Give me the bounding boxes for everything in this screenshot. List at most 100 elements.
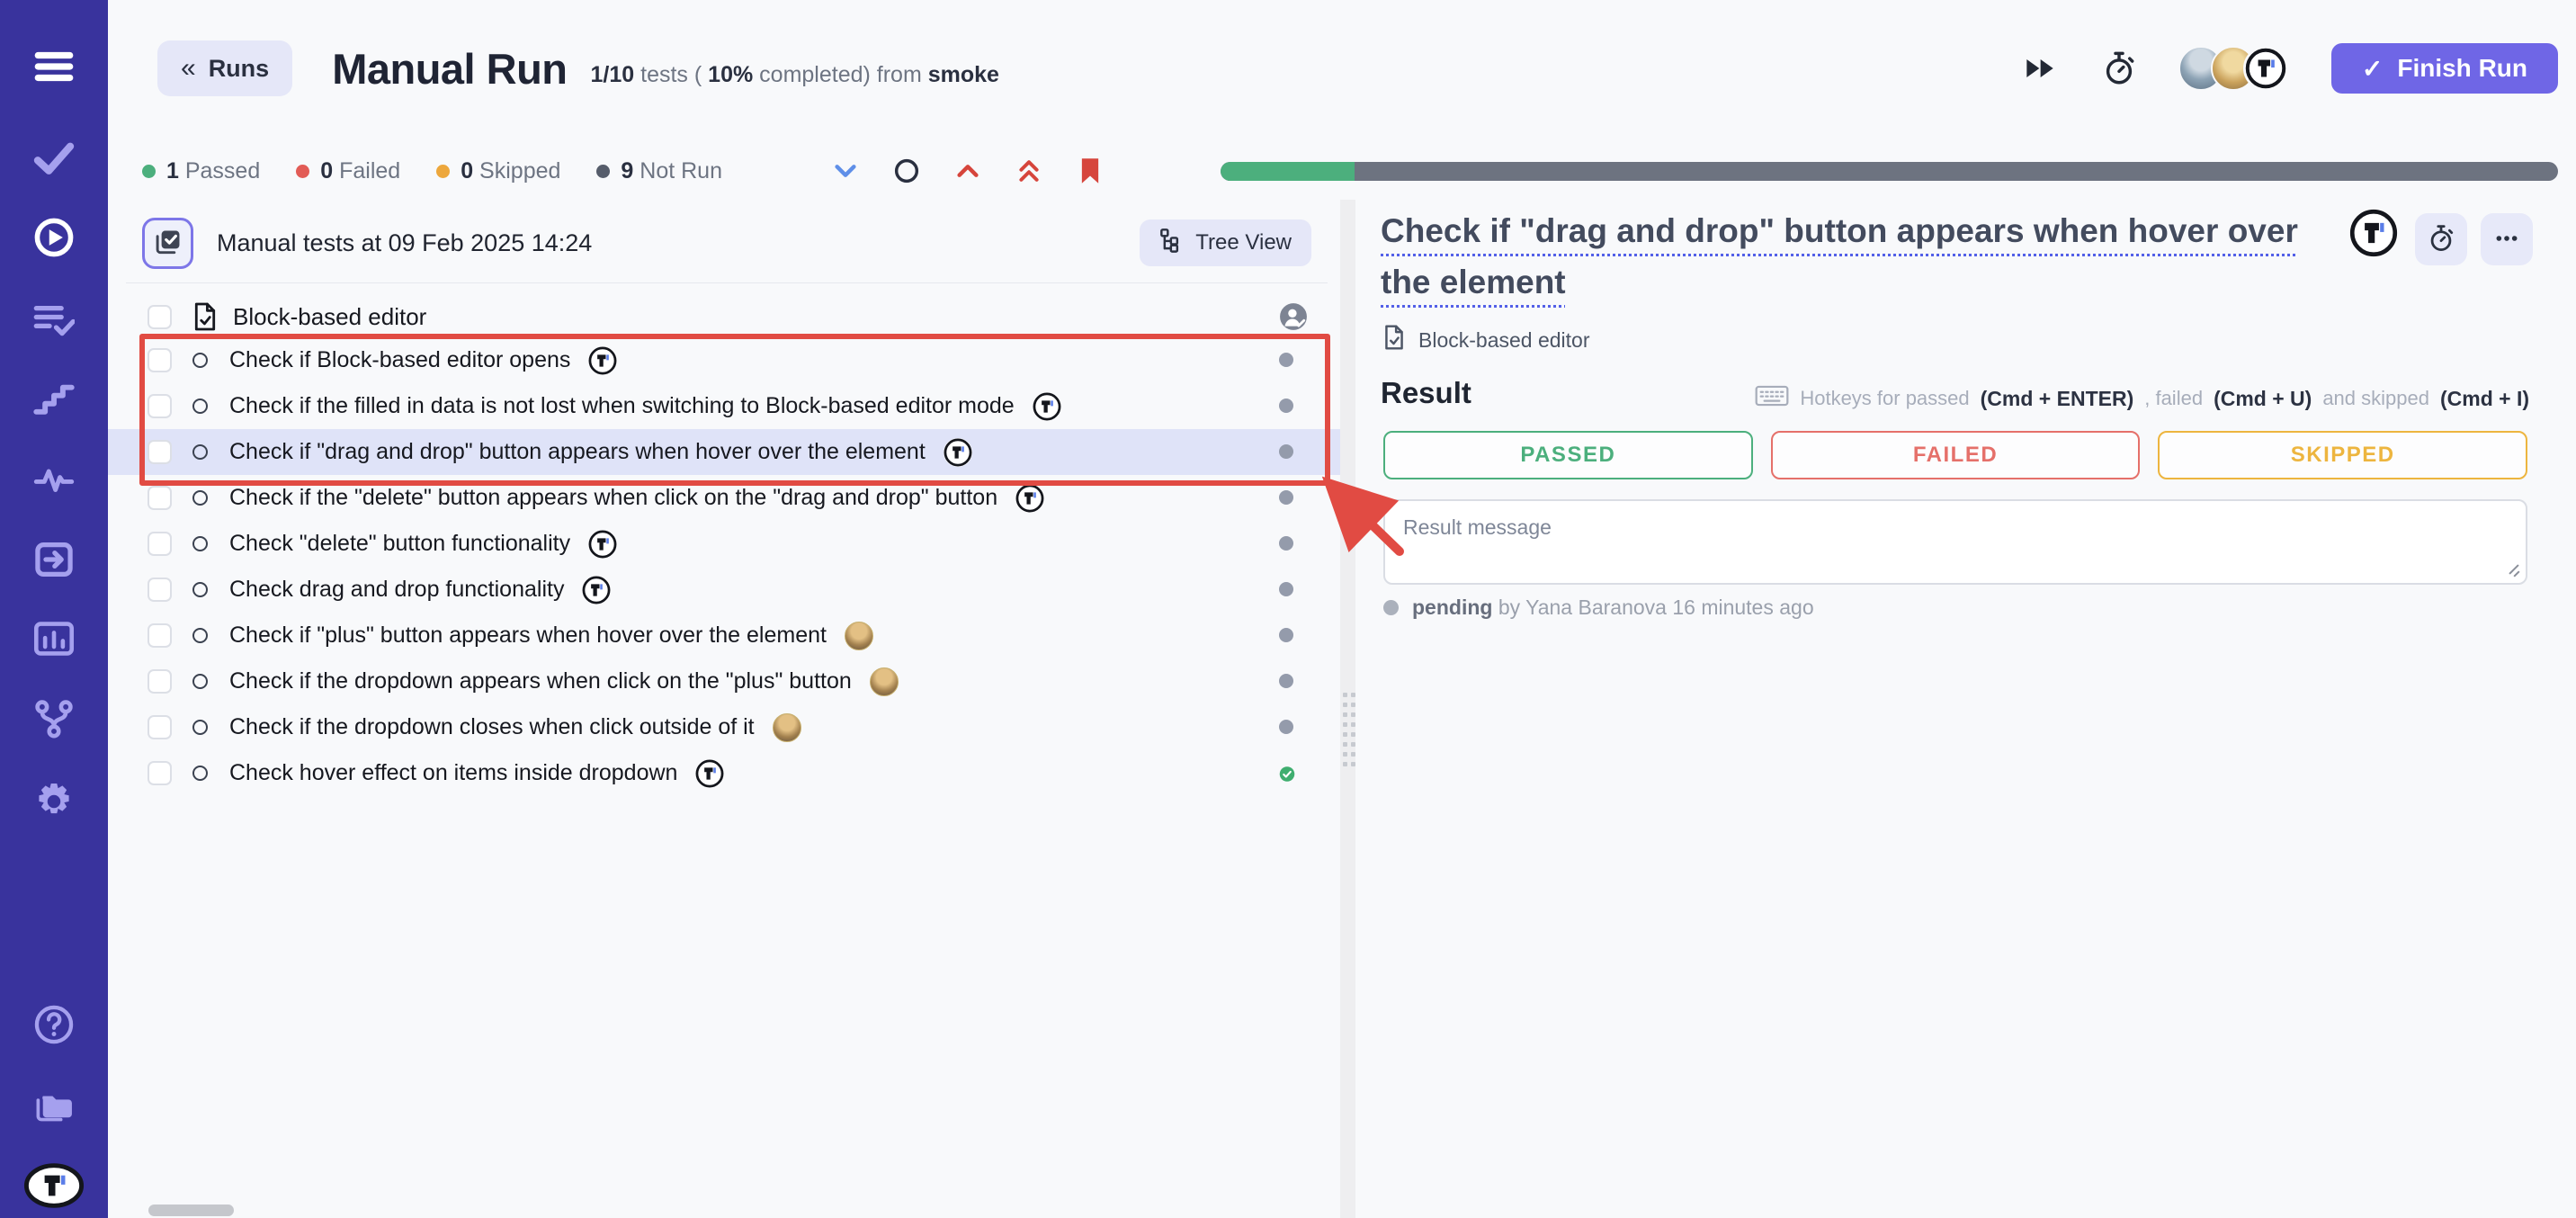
legend-failed: 0 Failed	[296, 158, 400, 184]
header-actions: ✓ Finish Run	[2020, 43, 2558, 94]
test-list: Check if Block-based editor opens Check …	[108, 337, 1340, 796]
test-checkbox[interactable]	[148, 486, 172, 510]
sidebar-item-list-check[interactable]	[0, 293, 108, 345]
test-assignee-avatar	[773, 713, 801, 742]
tree-view-label: Tree View	[1195, 230, 1292, 255]
test-checkbox[interactable]	[148, 440, 172, 464]
test-row[interactable]: Check hover effect on items inside dropd…	[108, 750, 1340, 796]
select-all-icon	[153, 227, 183, 260]
test-author-avatar[interactable]	[2349, 209, 2398, 257]
chevron-left-icon: «	[181, 53, 196, 84]
test-detail-title[interactable]: Check if "drag and drop" button appears …	[1381, 205, 2343, 308]
test-title: Check if the dropdown appears when click…	[229, 668, 852, 694]
test-status-icon	[1279, 720, 1295, 736]
test-title: Check if the dropdown closes when click …	[229, 714, 755, 740]
bookmark-icon[interactable]	[1075, 156, 1105, 186]
timer-icon[interactable]	[2099, 50, 2139, 86]
page-title: Manual Run	[332, 44, 567, 94]
test-row[interactable]: Check if the "delete" button appears whe…	[108, 475, 1340, 521]
passed-check-icon	[1279, 766, 1295, 782]
circle-icon[interactable]	[891, 156, 922, 186]
avatar-t-logo	[588, 346, 617, 375]
assignee-avatars[interactable]	[2178, 46, 2288, 91]
sidebar-item-help[interactable]	[0, 999, 108, 1051]
sidebar-item-play-circle[interactable]	[0, 211, 108, 264]
chevron-down-icon[interactable]	[830, 156, 861, 186]
list-title: Manual tests at 09 Feb 2025 14:24	[217, 229, 592, 257]
test-checkbox[interactable]	[148, 348, 172, 372]
not-run-dot-icon	[1279, 628, 1293, 642]
test-title: Check hover effect on items inside dropd…	[229, 760, 677, 786]
horizontal-scrollbar-thumb[interactable]	[148, 1205, 234, 1216]
assignee-person-icon[interactable]	[1279, 302, 1308, 331]
sidebar-item-bar-chart[interactable]	[0, 613, 108, 665]
tree-view-button[interactable]: Tree View	[1140, 219, 1311, 266]
sidebar-item-gear[interactable]	[0, 775, 108, 828]
test-checkbox[interactable]	[148, 394, 172, 418]
result-passed-button[interactable]: PASSED	[1383, 431, 1753, 479]
pulse-icon	[33, 459, 75, 500]
test-checkbox[interactable]	[148, 623, 172, 648]
test-checkbox[interactable]	[148, 578, 172, 602]
suite-group-row[interactable]: Block-based editor	[148, 297, 1317, 336]
test-checkbox[interactable]	[148, 715, 172, 739]
test-row[interactable]: Check if the dropdown appears when click…	[108, 658, 1340, 704]
sidebar-item-pulse[interactable]	[0, 453, 108, 506]
check-icon: ✓	[2362, 54, 2383, 84]
sidebar-item-git-branch[interactable]	[0, 693, 108, 745]
finish-run-button[interactable]: ✓ Finish Run	[2331, 43, 2558, 94]
test-checkbox[interactable]	[148, 532, 172, 556]
avatar-t-logo	[695, 759, 724, 788]
chevrons-up-icon[interactable]	[1014, 156, 1044, 186]
help-icon	[33, 1004, 75, 1045]
result-failed-button[interactable]: FAILED	[1771, 431, 2141, 479]
sidebar-item-steps[interactable]	[0, 372, 108, 425]
result-history-row: pending by Yana Baranova 16 minutes ago	[1383, 596, 1814, 620]
test-row[interactable]: Check drag and drop functionality	[108, 567, 1340, 613]
run-header: « Runs Manual Run 1/10 tests ( 10% compl…	[157, 36, 2558, 101]
test-row[interactable]: Check if "drag and drop" button appears …	[108, 429, 1340, 475]
sign-in-icon	[33, 539, 75, 580]
test-checkbox[interactable]	[148, 669, 172, 694]
back-to-runs-button[interactable]: « Runs	[157, 40, 292, 96]
sidebar-item-folder[interactable]	[0, 1080, 108, 1133]
chevron-up-icon[interactable]	[953, 156, 983, 186]
select-all-button[interactable]	[142, 218, 193, 269]
stopwatch-button[interactable]	[2415, 213, 2467, 265]
hotkeys-text: , failed	[2144, 387, 2203, 410]
sidebar-item-check[interactable]	[0, 131, 108, 184]
status-circle-icon	[192, 582, 208, 597]
sidebar-item-sign-in[interactable]	[0, 533, 108, 586]
group-checkbox[interactable]	[148, 305, 172, 329]
bar-chart-icon	[33, 618, 75, 659]
sidebar-item-t-logo[interactable]	[0, 1160, 108, 1212]
result-skipped-button[interactable]: SKIPPED	[2158, 431, 2527, 479]
result-buttons: PASSED FAILED SKIPPED	[1383, 431, 2527, 479]
list-header: Manual tests at 09 Feb 2025 14:24 Tree V…	[142, 216, 1311, 270]
filter-icons	[830, 156, 1105, 186]
avatar-t-logo	[582, 576, 611, 605]
test-title: Check if the "delete" button appears whe…	[229, 485, 997, 511]
grip-dots-icon	[1343, 693, 1355, 766]
test-row[interactable]: Check if the dropdown closes when click …	[108, 704, 1340, 750]
test-row[interactable]: Check if the filled in data is not lost …	[108, 383, 1340, 429]
sidebar-item-menu[interactable]	[0, 40, 108, 93]
result-message-input[interactable]	[1383, 499, 2527, 585]
fast-forward-icon[interactable]	[2020, 50, 2060, 86]
panel-resize-handle[interactable]	[1340, 200, 1355, 1218]
not-run-dot-icon	[1279, 444, 1293, 459]
status-circle-icon	[192, 399, 208, 414]
back-to-runs-label: Runs	[209, 55, 270, 83]
status-circle-icon	[192, 444, 208, 460]
test-row[interactable]: Check if "plus" button appears when hove…	[108, 613, 1340, 658]
progress-fill	[1221, 162, 1355, 181]
more-options-button[interactable]	[2481, 213, 2533, 265]
check-icon	[33, 137, 75, 178]
percent-complete: 10%	[708, 62, 753, 87]
divider	[126, 282, 1328, 283]
group-label: Block-based editor	[233, 303, 426, 331]
test-row[interactable]: Check if Block-based editor opens	[108, 337, 1340, 383]
test-row[interactable]: Check "delete" button functionality	[108, 521, 1340, 567]
test-checkbox[interactable]	[148, 761, 172, 785]
test-title: Check if "drag and drop" button appears …	[229, 439, 926, 465]
